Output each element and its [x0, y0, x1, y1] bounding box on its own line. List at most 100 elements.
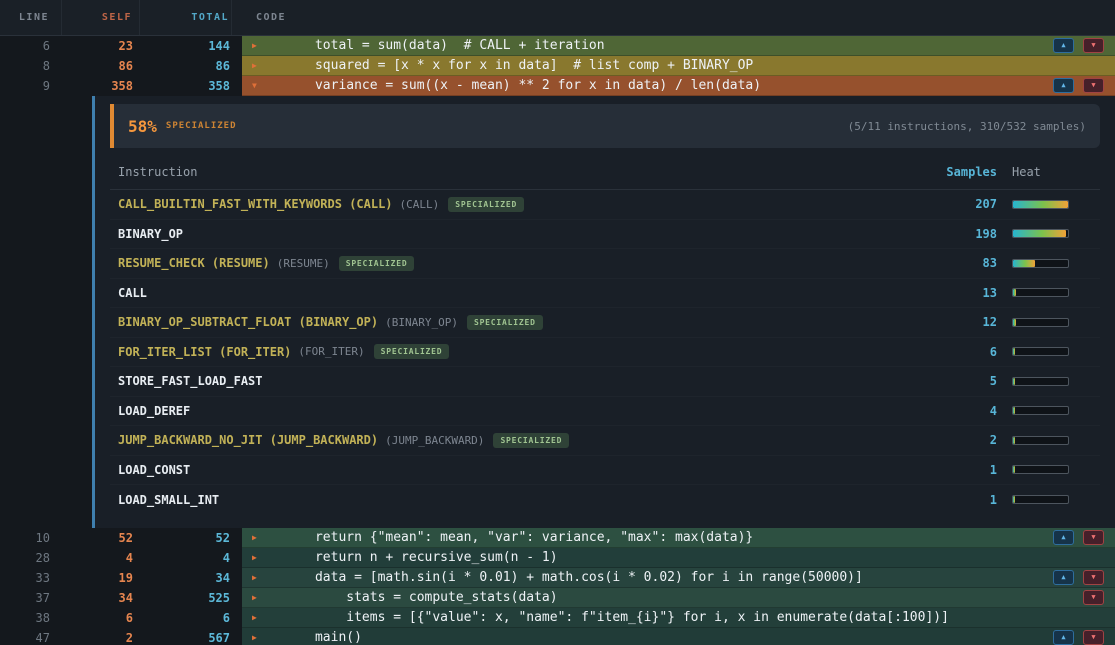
instruction-table-header: Instruction Samples Heat [110, 148, 1100, 190]
instruction-name-cell: BINARY_OP [110, 227, 927, 241]
jump-down-button[interactable]: ▼ [1083, 38, 1104, 53]
heat-bar-track [1012, 465, 1069, 474]
instruction-name: BINARY_OP_SUBTRACT_FLOAT (BINARY_OP) [118, 315, 378, 329]
heat-bar-fill [1013, 378, 1015, 385]
row-nav-buttons: ▲ ▼ [1053, 78, 1115, 93]
heat-bar-fill [1013, 201, 1068, 208]
code-text: total = sum(data) # CALL + iteration [268, 38, 605, 53]
expand-toggle-icon[interactable]: ▶ [252, 61, 268, 70]
instruction-name: JUMP_BACKWARD_NO_JIT (JUMP_BACKWARD) [118, 433, 378, 447]
instruction-name-cell: CALL [110, 286, 927, 300]
expand-toggle-icon[interactable]: ▶ [252, 573, 268, 582]
heat-bar-fill [1013, 407, 1015, 414]
heat-bar-cell [997, 318, 1100, 327]
code-cell[interactable]: ▶ data = [math.sin(i * 0.01) + math.cos(… [242, 568, 1115, 588]
jump-down-button[interactable]: ▼ [1083, 570, 1104, 585]
expand-toggle-icon[interactable]: ▶ [252, 41, 268, 50]
column-header-instruction: Instruction [110, 165, 927, 179]
total-count: 52 [140, 528, 232, 548]
instruction-rows: CALL_BUILTIN_FAST_WITH_KEYWORDS (CALL) (… [110, 190, 1100, 515]
self-count: 6 [62, 608, 140, 628]
specialized-percent: 58% [128, 117, 157, 136]
jump-up-button[interactable]: ▲ [1053, 570, 1074, 585]
expand-toggle-icon[interactable]: ▶ [252, 613, 268, 622]
jump-down-button[interactable]: ▼ [1083, 530, 1104, 545]
line-number: 10 [0, 528, 62, 548]
heat-bar-cell [997, 495, 1100, 504]
jump-up-button[interactable]: ▲ [1053, 630, 1074, 645]
specialized-badge: SPECIALIZED [448, 197, 524, 212]
instruction-row: FOR_ITER_LIST (FOR_ITER) (FOR_ITER) SPEC… [110, 338, 1100, 368]
heat-bar-fill [1013, 348, 1015, 355]
instruction-name: BINARY_OP [118, 227, 183, 241]
specialized-badge: SPECIALIZED [374, 344, 450, 359]
self-count: 4 [62, 548, 140, 568]
specialized-label: SPECIALIZED [166, 121, 237, 131]
total-count: 567 [140, 628, 232, 645]
code-cell[interactable]: ▼ variance = sum((x - mean) ** 2 for x i… [242, 76, 1115, 96]
self-count: 34 [62, 588, 140, 608]
specialized-badge: SPECIALIZED [467, 315, 543, 330]
total-count: 86 [140, 56, 232, 76]
code-cell[interactable]: ▶ items = [{"value": x, "name": f"item_{… [242, 608, 1115, 628]
instruction-samples: 1 [927, 463, 997, 477]
heat-bar-fill [1013, 230, 1066, 237]
heat-bar-cell [997, 229, 1100, 238]
self-count: 19 [62, 568, 140, 588]
column-header-heat: Heat [997, 165, 1100, 179]
instruction-samples: 1 [927, 493, 997, 507]
code-cell[interactable]: ▶ stats = compute_stats(data) ▼ [242, 588, 1115, 608]
expand-toggle-icon[interactable]: ▶ [252, 633, 268, 642]
jump-down-button[interactable]: ▼ [1083, 590, 1104, 605]
code-cell[interactable]: ▶ total = sum(data) # CALL + iteration ▲… [242, 36, 1115, 56]
profiler-app: LINE SELF TOTAL CODE 6 23 144 ▶ total = … [0, 0, 1115, 645]
instruction-name: FOR_ITER_LIST (FOR_ITER) [118, 345, 291, 359]
jump-down-button[interactable]: ▼ [1083, 630, 1104, 645]
code-row: 10 52 52 ▶ return {"mean": mean, "var": … [0, 528, 1115, 548]
jump-up-button[interactable]: ▲ [1053, 530, 1074, 545]
code-text: main() [268, 630, 362, 645]
instruction-name-cell: FOR_ITER_LIST (FOR_ITER) (FOR_ITER) SPEC… [110, 344, 927, 359]
code-cell[interactable]: ▶ return {"mean": mean, "var": variance,… [242, 528, 1115, 548]
code-cell[interactable]: ▶ main() ▲ ▼ [242, 628, 1115, 645]
code-cell[interactable]: ▶ squared = [x * x for x in data] # list… [242, 56, 1115, 76]
expand-toggle-icon[interactable]: ▶ [252, 593, 268, 602]
instruction-row: LOAD_SMALL_INT 1 [110, 485, 1100, 515]
heat-bar-fill [1013, 437, 1015, 444]
specialized-badge: SPECIALIZED [493, 433, 569, 448]
instruction-name-cell: BINARY_OP_SUBTRACT_FLOAT (BINARY_OP) (BI… [110, 315, 927, 330]
jump-up-button[interactable]: ▲ [1053, 78, 1074, 93]
table-header: LINE SELF TOTAL CODE [0, 0, 1115, 36]
code-cell[interactable]: ▶ return n + recursive_sum(n - 1) [242, 548, 1115, 568]
instruction-name-cell: LOAD_DEREF [110, 404, 927, 418]
heat-bar-fill [1013, 496, 1015, 503]
total-count: 34 [140, 568, 232, 588]
expand-toggle-icon[interactable]: ▼ [252, 81, 268, 90]
instruction-samples: 13 [927, 286, 997, 300]
instruction-name: LOAD_CONST [118, 463, 190, 477]
instruction-name: CALL_BUILTIN_FAST_WITH_KEYWORDS (CALL) [118, 197, 393, 211]
code-text: squared = [x * x for x in data] # list c… [268, 58, 753, 73]
instruction-row: LOAD_CONST 1 [110, 456, 1100, 486]
heat-bar-track [1012, 318, 1069, 327]
expand-toggle-icon[interactable]: ▶ [252, 553, 268, 562]
line-number: 33 [0, 568, 62, 588]
jump-down-button[interactable]: ▼ [1083, 78, 1104, 93]
code-row: 8 86 86 ▶ squared = [x * x for x in data… [0, 56, 1115, 76]
heat-bar-track [1012, 495, 1069, 504]
heat-bar-cell [997, 347, 1100, 356]
jump-up-button[interactable]: ▲ [1053, 38, 1074, 53]
line-number: 8 [0, 56, 62, 76]
instruction-name-cell: STORE_FAST_LOAD_FAST [110, 374, 927, 388]
code-row: 9 358 358 ▼ variance = sum((x - mean) **… [0, 76, 1115, 96]
line-number: 38 [0, 608, 62, 628]
instruction-base-name: (BINARY_OP) [385, 316, 458, 329]
heat-bar-fill [1013, 319, 1016, 326]
code-text: stats = compute_stats(data) [268, 590, 558, 605]
instruction-name-cell: LOAD_CONST [110, 463, 927, 477]
expand-toggle-icon[interactable]: ▶ [252, 533, 268, 542]
line-number: 37 [0, 588, 62, 608]
code-rows-top: 6 23 144 ▶ total = sum(data) # CALL + it… [0, 36, 1115, 96]
instruction-samples: 6 [927, 345, 997, 359]
instruction-samples: 4 [927, 404, 997, 418]
